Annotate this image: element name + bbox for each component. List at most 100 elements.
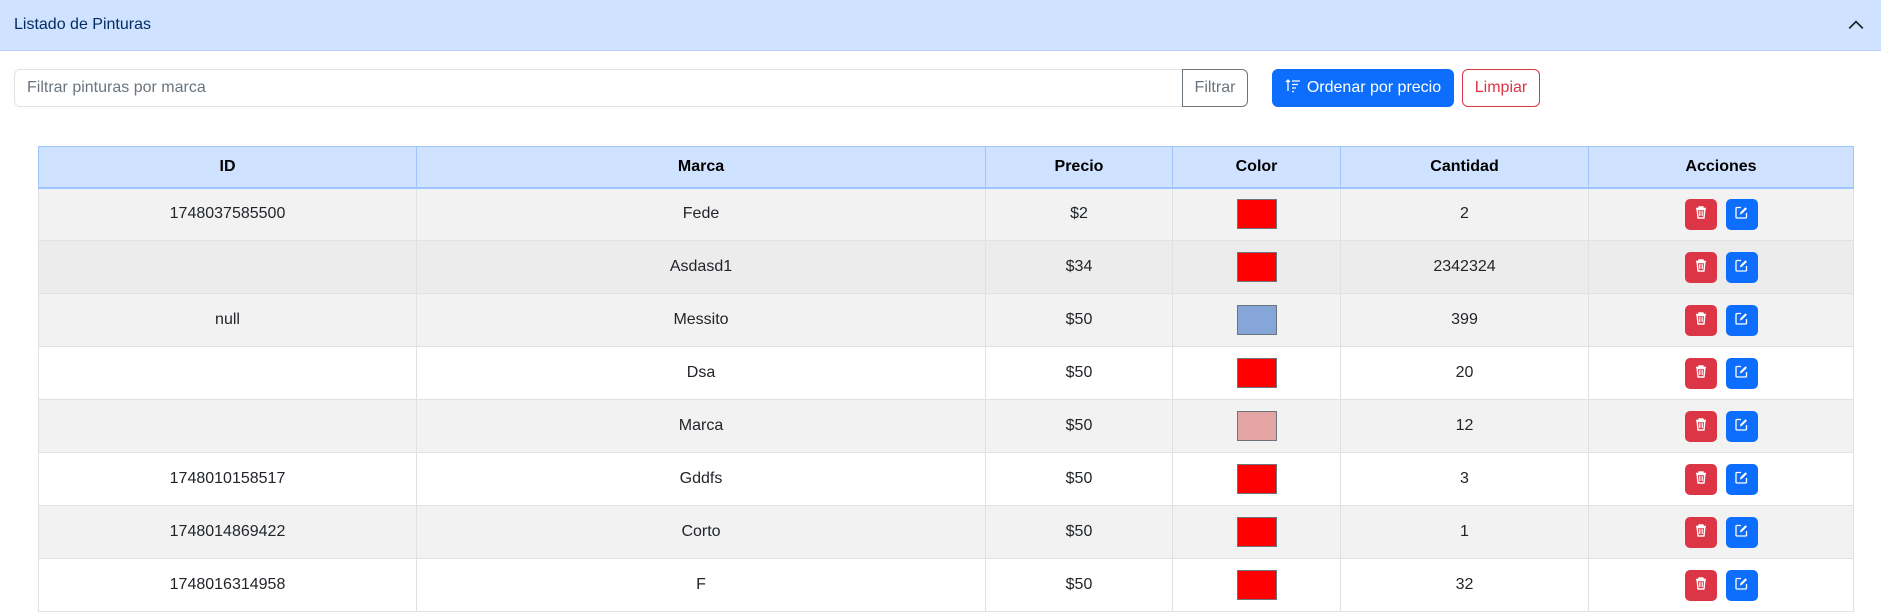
cell-id: 1748010158517 [38,452,417,506]
table-row: Dsa $50 20 [38,346,1854,400]
delete-button[interactable] [1684,357,1717,389]
delete-button[interactable] [1684,569,1717,601]
edit-icon [1735,206,1748,222]
delete-button[interactable] [1684,410,1717,442]
cell-id: null [38,293,417,347]
sort-icon [1285,78,1301,99]
paintings-table-container: ID Marca Precio Color Cantidad Acciones … [38,146,1854,612]
cell-cantidad: 2 [1340,187,1589,241]
cell-marca: Marca [416,399,986,453]
table-header-row: ID Marca Precio Color Cantidad Acciones [38,146,1854,189]
edit-icon [1735,471,1748,487]
edit-icon [1735,418,1748,434]
cell-precio: $50 [985,346,1173,400]
table-row: 1748010158517 Gddfs $50 3 [38,452,1854,506]
column-header-cantidad[interactable]: Cantidad [1340,146,1589,189]
filter-input[interactable] [14,69,1182,107]
cell-acciones [1588,399,1854,453]
color-swatch [1236,305,1277,335]
cell-marca: Gddfs [416,452,986,506]
cell-cantidad: 399 [1340,293,1589,347]
edit-icon [1735,365,1748,381]
edit-button[interactable] [1725,251,1758,283]
filter-button[interactable]: Filtrar [1182,69,1248,107]
cell-color [1172,505,1341,559]
trash-icon [1695,365,1707,381]
accordion-title: Listado de Pinturas [14,16,151,33]
color-swatch [1236,252,1277,282]
cell-cantidad: 2342324 [1340,240,1589,294]
column-header-acciones: Acciones [1588,146,1854,189]
cell-marca: Dsa [416,346,986,400]
color-swatch [1236,517,1277,547]
delete-button[interactable] [1684,463,1717,495]
cell-marca: F [416,558,986,612]
cell-acciones [1588,505,1854,559]
delete-button[interactable] [1684,198,1717,230]
table-row: Asdasd1 $34 2342324 [38,240,1854,294]
toolbar: Filtrar Ordenar por precio Limpiar [0,51,1881,121]
cell-marca: Fede [416,187,986,241]
trash-icon [1695,524,1707,540]
edit-button[interactable] [1725,410,1758,442]
table-row: 1748037585500 Fede $2 2 [38,187,1854,241]
cell-marca: Asdasd1 [416,240,986,294]
edit-button[interactable] [1725,304,1758,336]
cell-color [1172,187,1341,241]
delete-button[interactable] [1684,516,1717,548]
column-header-precio[interactable]: Precio [985,146,1173,189]
column-header-id[interactable]: ID [38,146,417,189]
column-header-marca[interactable]: Marca [416,146,986,189]
cell-cantidad: 20 [1340,346,1589,400]
color-swatch [1236,411,1277,441]
edit-button[interactable] [1725,357,1758,389]
filter-group: Filtrar [14,69,1248,107]
sort-by-price-button[interactable]: Ordenar por precio [1272,69,1454,107]
cell-precio: $50 [985,399,1173,453]
cell-precio: $50 [985,558,1173,612]
table-row: Marca $50 12 [38,399,1854,453]
edit-button[interactable] [1725,569,1758,601]
column-header-color[interactable]: Color [1172,146,1341,189]
color-swatch [1236,570,1277,600]
edit-icon [1735,577,1748,593]
color-swatch [1236,464,1277,494]
chevron-up-icon[interactable] [1845,14,1867,36]
color-swatch [1236,358,1277,388]
trash-icon [1695,259,1707,275]
cell-color [1172,452,1341,506]
trash-icon [1695,471,1707,487]
cell-id [38,346,417,400]
delete-button[interactable] [1684,251,1717,283]
cell-acciones [1588,558,1854,612]
cell-color [1172,558,1341,612]
table-row: 1748016314958 F $50 32 [38,558,1854,612]
table-row: null Messito $50 399 [38,293,1854,347]
delete-button[interactable] [1684,304,1717,336]
edit-icon [1735,312,1748,328]
table-body: 1748037585500 Fede $2 2 Asdasd1 $34 2342324 nul… [38,187,1854,612]
cell-id [38,240,417,294]
table-row: 1748014869422 Corto $50 1 [38,505,1854,559]
cell-acciones [1588,240,1854,294]
cell-color [1172,399,1341,453]
edit-button[interactable] [1725,463,1758,495]
cell-cantidad: 32 [1340,558,1589,612]
cell-precio: $50 [985,452,1173,506]
accordion-header[interactable]: Listado de Pinturas [0,0,1881,51]
clear-button[interactable]: Limpiar [1462,69,1540,107]
edit-button[interactable] [1725,516,1758,548]
edit-button[interactable] [1725,198,1758,230]
edit-icon [1735,524,1748,540]
cell-color [1172,240,1341,294]
paintings-table: ID Marca Precio Color Cantidad Acciones … [38,146,1854,612]
trash-icon [1695,312,1707,328]
edit-icon [1735,259,1748,275]
trash-icon [1695,418,1707,434]
cell-precio: $34 [985,240,1173,294]
trash-icon [1695,206,1707,222]
cell-precio: $50 [985,293,1173,347]
cell-acciones [1588,346,1854,400]
cell-id: 1748037585500 [38,187,417,241]
cell-id [38,399,417,453]
